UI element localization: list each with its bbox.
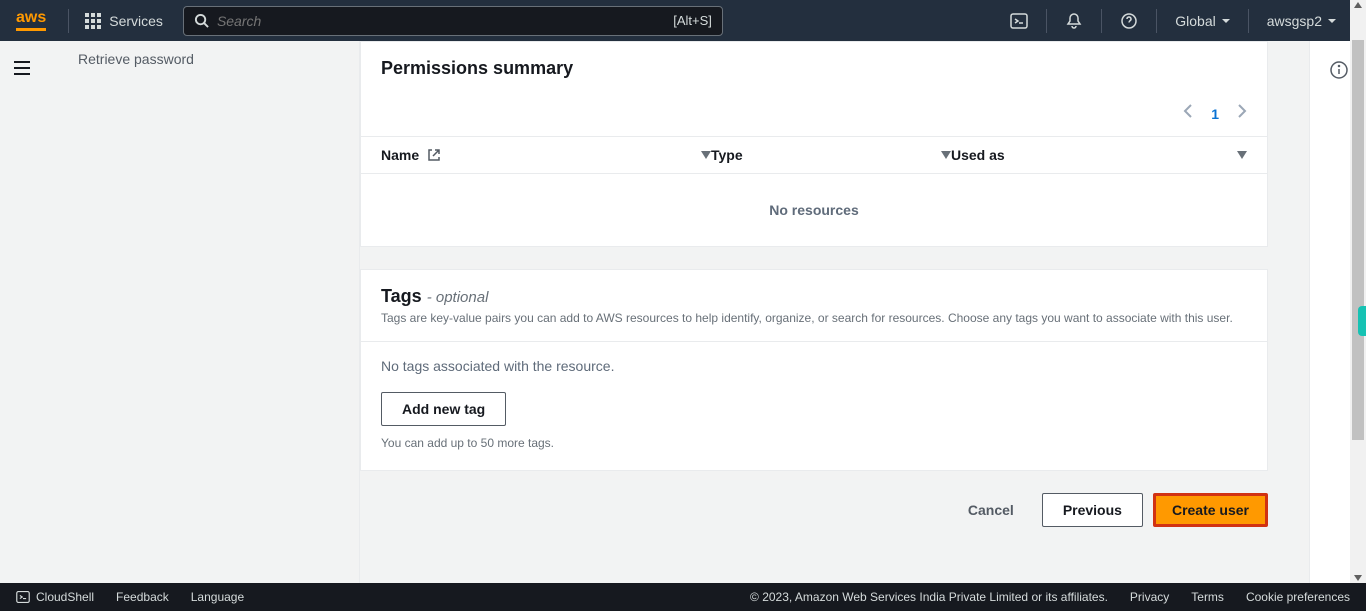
- cloudshell-link[interactable]: CloudShell: [16, 590, 94, 604]
- bell-icon: [1065, 12, 1083, 30]
- add-new-tag-button[interactable]: Add new tag: [381, 392, 506, 426]
- account-selector[interactable]: awsgsp2: [1253, 13, 1350, 29]
- action-buttons: Cancel Previous Create user: [360, 493, 1268, 547]
- page-number: 1: [1211, 106, 1219, 122]
- help-icon: [1120, 12, 1138, 30]
- sidebar-toggle-button[interactable]: [14, 61, 30, 80]
- services-menu-button[interactable]: Services: [73, 13, 175, 29]
- pagination: 1: [361, 95, 1267, 136]
- divider: [1101, 9, 1102, 33]
- divider: [1248, 9, 1249, 33]
- previous-button[interactable]: Previous: [1042, 493, 1143, 527]
- left-sidebar: Retrieve password: [0, 41, 360, 583]
- divider: [1046, 9, 1047, 33]
- bottom-bar: CloudShell Feedback Language © 2023, Ama…: [0, 583, 1366, 611]
- tags-title: Tags - optional: [381, 286, 1247, 307]
- external-link-icon: [427, 148, 441, 162]
- tags-helper-text: You can add up to 50 more tags.: [381, 436, 1247, 450]
- scroll-down-icon: [1354, 575, 1362, 581]
- language-selector[interactable]: Language: [191, 590, 244, 604]
- region-selector[interactable]: Global: [1161, 13, 1243, 29]
- scroll-up-icon: [1354, 2, 1362, 8]
- terms-link[interactable]: Terms: [1191, 590, 1224, 604]
- chevron-left-icon: [1183, 103, 1193, 119]
- top-navigation: aws Services [Alt+S] Global awsgsp2: [0, 0, 1366, 41]
- info-icon: [1330, 61, 1348, 79]
- search-box[interactable]: [Alt+S]: [183, 6, 723, 36]
- services-label: Services: [109, 13, 163, 29]
- retrieve-password-label: Retrieve password: [42, 51, 359, 67]
- feedback-tab[interactable]: [1358, 306, 1366, 336]
- cloudshell-icon-button[interactable]: [996, 12, 1042, 30]
- main-content: Permissions summary 1 Name Type: [360, 41, 1310, 583]
- no-tags-text: No tags associated with the resource.: [381, 358, 1247, 374]
- cancel-button[interactable]: Cancel: [950, 494, 1032, 526]
- next-page-button[interactable]: [1237, 103, 1247, 124]
- tags-card: Tags - optional Tags are key-value pairs…: [360, 269, 1268, 471]
- notifications-button[interactable]: [1051, 12, 1097, 30]
- region-label: Global: [1175, 13, 1215, 29]
- empty-state: No resources: [361, 174, 1267, 246]
- privacy-link[interactable]: Privacy: [1130, 590, 1169, 604]
- prev-page-button[interactable]: [1183, 103, 1193, 124]
- account-label: awsgsp2: [1267, 13, 1322, 29]
- feedback-link[interactable]: Feedback: [116, 590, 169, 604]
- create-user-button[interactable]: Create user: [1153, 493, 1268, 527]
- divider: [68, 9, 69, 33]
- sort-icon: [701, 151, 711, 159]
- terminal-icon: [16, 590, 30, 604]
- permissions-summary-card: Permissions summary 1 Name Type: [360, 41, 1268, 247]
- info-panel-button[interactable]: [1330, 61, 1348, 84]
- caret-down-icon: [1328, 19, 1336, 23]
- aws-logo[interactable]: aws: [16, 0, 64, 41]
- divider: [1156, 9, 1157, 33]
- caret-down-icon: [1222, 19, 1230, 23]
- terminal-icon: [1010, 12, 1028, 30]
- column-type[interactable]: Type: [711, 147, 951, 163]
- search-input[interactable]: [217, 13, 673, 29]
- scrollbar-thumb[interactable]: [1352, 40, 1364, 440]
- search-icon: [194, 13, 209, 28]
- tags-subtitle: Tags are key-value pairs you can add to …: [381, 311, 1247, 325]
- cookie-preferences-link[interactable]: Cookie preferences: [1246, 590, 1350, 604]
- table-header: Name Type Used as: [361, 136, 1267, 174]
- scrollbar[interactable]: [1350, 0, 1366, 583]
- search-shortcut-label: [Alt+S]: [673, 13, 712, 28]
- chevron-right-icon: [1237, 103, 1247, 119]
- column-used-as[interactable]: Used as: [951, 147, 1247, 163]
- copyright-text: © 2023, Amazon Web Services India Privat…: [750, 590, 1108, 604]
- sort-icon: [1237, 151, 1247, 159]
- hamburger-icon: [14, 61, 30, 75]
- sort-icon: [941, 151, 951, 159]
- help-button[interactable]: [1106, 12, 1152, 30]
- permissions-title: Permissions summary: [381, 58, 1247, 79]
- column-name[interactable]: Name: [381, 147, 711, 163]
- grid-icon: [85, 13, 101, 29]
